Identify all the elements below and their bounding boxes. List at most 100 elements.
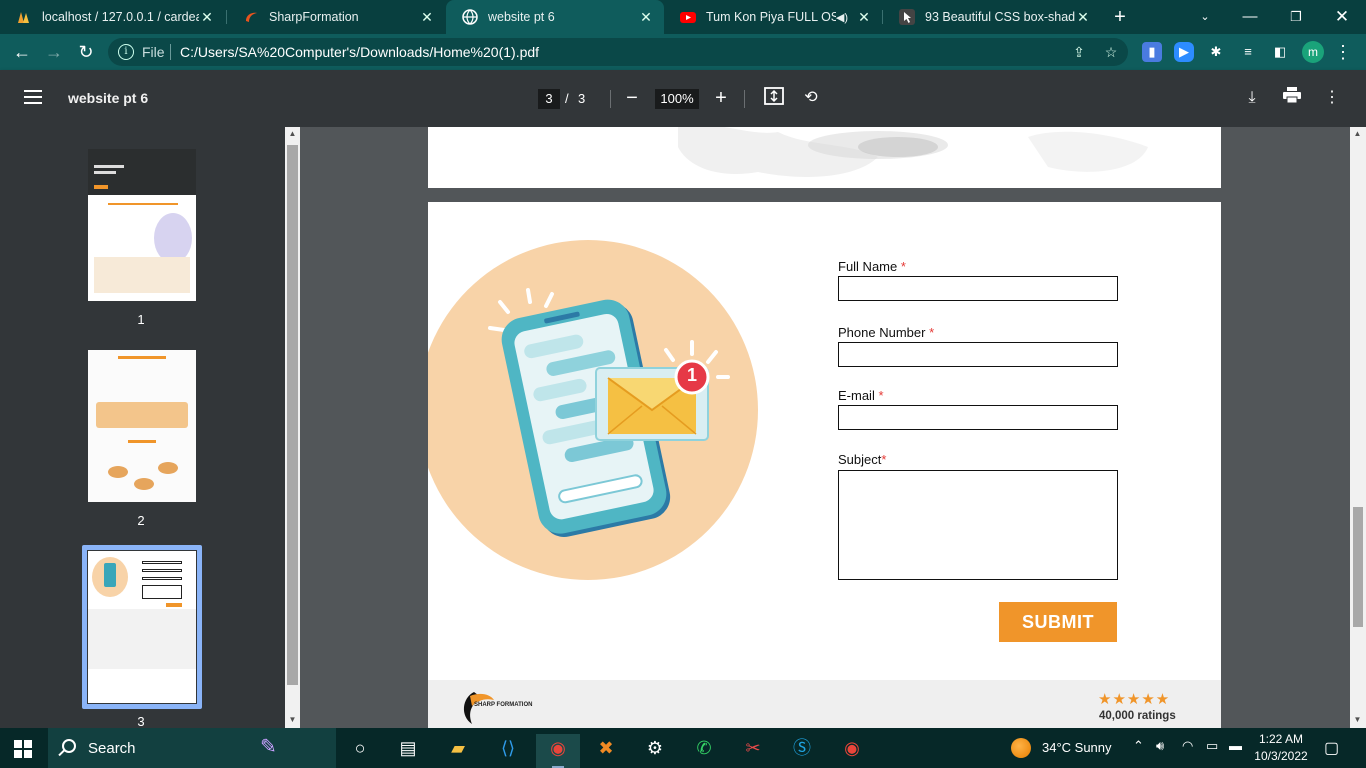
zoom-in-icon[interactable]: + [711,87,731,109]
sidebar-scrollbar-thumb[interactable] [287,145,298,685]
xampp-icon[interactable]: ✖ [584,734,628,768]
tab-title: localhost / 127.0.0.1 / cardea [42,10,199,24]
close-icon[interactable]: ✕ [856,9,872,26]
sharpformation-icon [243,9,259,25]
scroll-down-arrow-icon[interactable]: ▼ [285,713,300,727]
tab-css-box-shadow[interactable]: 93 Beautiful CSS box-shadow ✕ [883,0,1101,34]
close-icon[interactable]: ✕ [1075,9,1091,26]
windows-taskbar: Search ✎ ○ ▤ ▰ ⟨⟩ ◉ ✖ ⚙ ✆ ✂ Ⓢ ◉ 34°C Sun… [0,728,1366,768]
url-text[interactable]: C:/Users/SA%20Computer's/Downloads/Home%… [180,44,539,60]
scroll-down-arrow-icon[interactable]: ▼ [1350,713,1365,727]
info-icon[interactable]: i [118,44,134,60]
thumbnail-page-2[interactable] [88,350,196,502]
globe-icon [462,9,478,25]
wifi-icon[interactable]: ◠ [1182,738,1193,754]
tab-website-pt6[interactable]: website pt 6 ✕ [446,0,664,34]
file-explorer-icon[interactable]: ▰ [436,734,480,768]
zoom-out-icon[interactable]: − [622,87,642,109]
viewer-scrollbar-thumb[interactable] [1353,507,1363,627]
extension-docs-icon[interactable]: ▮ [1142,42,1162,62]
tab-title: website pt 6 [488,10,555,24]
browser-menu-icon[interactable]: ⋮ [1334,40,1352,64]
new-tab-button[interactable]: + [1110,6,1130,28]
profile-avatar[interactable]: m [1302,41,1324,63]
world-map-illustration [678,127,1148,177]
submit-button[interactable]: SUBMIT [999,602,1117,642]
required-mark: * [881,452,887,467]
more-options-icon[interactable]: ⋮ [1321,87,1343,109]
widgets-icon[interactable]: ▤ [386,734,430,768]
phone-number-input[interactable] [838,342,1118,367]
file-scheme-label: File [142,44,165,60]
task-view-icon[interactable]: ○ [338,734,382,768]
full-name-label-text: Full Name [838,259,898,274]
side-panel-icon[interactable]: ◧ [1270,42,1290,62]
back-icon[interactable]: ← [10,40,34,64]
close-icon[interactable]: ✕ [638,9,654,26]
thumbnail-label: 2 [137,513,145,528]
share-icon[interactable]: ⇪ [1070,43,1088,61]
toolbar-divider [744,90,745,108]
thumbnail-label: 1 [137,312,145,327]
print-icon[interactable] [1281,87,1303,109]
search-placeholder: Search [88,740,136,757]
minimize-button[interactable]: — [1230,4,1270,30]
tab-sharpformation[interactable]: SharpFormation ✕ [227,0,445,34]
email-input[interactable] [838,405,1118,430]
tab-title: SharpFormation [269,10,359,24]
extensions-puzzle-icon[interactable]: ✱ [1206,42,1226,62]
page-footer: SHARP FORMATION ★★★★★ 40,000 ratings [428,680,1221,728]
snipping-tool-icon[interactable]: ✂ [731,734,775,768]
vscode-icon[interactable]: ⟨⟩ [486,734,530,768]
address-bar[interactable]: i File C:/Users/SA%20Computer's/Download… [108,38,1128,66]
sidebar-scrollbar[interactable]: ▲ ▼ [285,127,300,728]
restore-button[interactable]: ❐ [1276,4,1316,30]
tab-phpmyadmin[interactable]: localhost / 127.0.0.1 / cardea ✕ [0,0,225,34]
fit-page-icon[interactable] [763,87,785,109]
weather-text[interactable]: 34°C Sunny [1042,740,1112,755]
window-close-button[interactable]: ✕ [1322,4,1362,30]
keyboard-icon[interactable]: ▭ [1206,738,1218,754]
volume-icon[interactable]: 🔊︎ [1156,738,1164,754]
skype-icon[interactable]: Ⓢ [780,734,824,768]
zoom-extension-icon[interactable]: ▶ [1174,42,1194,62]
whatsapp-icon[interactable]: ✆ [682,734,726,768]
full-name-input[interactable] [838,276,1118,301]
chrome-profile-icon[interactable]: ◉ [830,734,874,768]
rotate-icon[interactable]: ⟲ [800,87,822,109]
close-icon[interactable]: ✕ [199,9,215,26]
close-icon[interactable]: ✕ [419,9,435,26]
youtube-icon [680,9,696,25]
viewer-scrollbar[interactable]: ▲ ▼ [1350,127,1366,728]
subject-textarea[interactable] [838,470,1118,580]
chrome-icon[interactable]: ◉ [536,734,580,768]
notification-icon[interactable]: ▢ [1324,738,1339,758]
clock-time: 1:22 AM [1258,732,1304,746]
windows-start-icon[interactable] [14,740,32,758]
sidebar-menu-icon[interactable] [24,90,42,104]
scroll-up-arrow-icon[interactable]: ▲ [1350,127,1365,141]
download-icon[interactable]: ⤓ [1241,87,1263,109]
page-number-input[interactable]: 3 [538,89,560,109]
zoom-level-input[interactable]: 100% [655,89,699,109]
bookmark-star-icon[interactable]: ☆ [1102,43,1120,61]
taskbar-clock[interactable]: 1:22 AM 10/3/2022 [1251,731,1311,765]
taskbar-search-box[interactable]: Search ✎ [48,728,336,768]
reload-icon[interactable]: ↻ [74,40,98,64]
forward-icon[interactable]: → [42,40,66,64]
phone-number-label-text: Phone Number [838,325,926,340]
pdf-page-2-bottom [428,127,1221,188]
sharp-formation-logo [463,692,494,724]
tab-youtube[interactable]: Tum Kon Piya FULL OST ◀) ✕ [664,0,882,34]
tray-chevron-icon[interactable]: ⌃ [1133,738,1144,754]
battery-icon[interactable]: ▬ [1229,738,1242,753]
tab-search-icon[interactable]: ⌄ [1185,4,1225,30]
weather-sun-icon [1011,738,1031,758]
settings-gear-icon[interactable]: ⚙ [633,734,677,768]
speaker-icon[interactable]: ◀) [836,11,848,24]
scroll-up-arrow-icon[interactable]: ▲ [285,127,300,141]
media-queue-icon[interactable]: ≡ [1238,42,1258,62]
search-icon [62,739,76,753]
thumbnail-page-1[interactable] [88,149,196,301]
pdf-viewport[interactable]: 1 Full Name * Phone Number * E-mail * Su… [300,127,1350,728]
